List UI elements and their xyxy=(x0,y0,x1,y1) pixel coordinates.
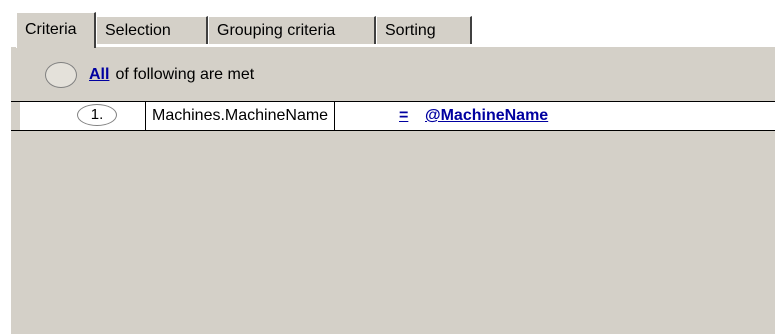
group-quantifier-link[interactable]: All xyxy=(89,66,109,84)
condition-field[interactable]: Machines.MachineName xyxy=(145,101,336,131)
condition-number[interactable]: 1. xyxy=(77,104,117,126)
criteria-panel: All of following are met 1. Machines.Mac… xyxy=(10,46,775,334)
tab-selection[interactable]: Selection xyxy=(96,16,208,44)
group-condition-text: of following are met xyxy=(115,66,255,83)
condition-operator-link[interactable]: = xyxy=(399,102,408,130)
criteria-group-row: All of following are met xyxy=(45,61,254,89)
condition-row[interactable]: 1. Machines.MachineName = @MachineName xyxy=(11,101,775,131)
tab-selection-label: Selection xyxy=(105,22,171,39)
tab-grouping-criteria-label: Grouping criteria xyxy=(217,22,336,39)
condition-value-link[interactable]: @MachineName xyxy=(425,102,548,130)
tab-criteria-label: Criteria xyxy=(25,21,77,38)
tab-sorting-label: Sorting xyxy=(385,22,436,39)
tab-grouping-criteria[interactable]: Grouping criteria xyxy=(208,16,376,44)
tab-strip: Criteria Selection Grouping criteria Sor… xyxy=(16,12,775,48)
tab-criteria[interactable]: Criteria xyxy=(16,12,96,48)
tab-sorting[interactable]: Sorting xyxy=(376,16,472,44)
group-toggle-circle[interactable] xyxy=(45,62,77,88)
